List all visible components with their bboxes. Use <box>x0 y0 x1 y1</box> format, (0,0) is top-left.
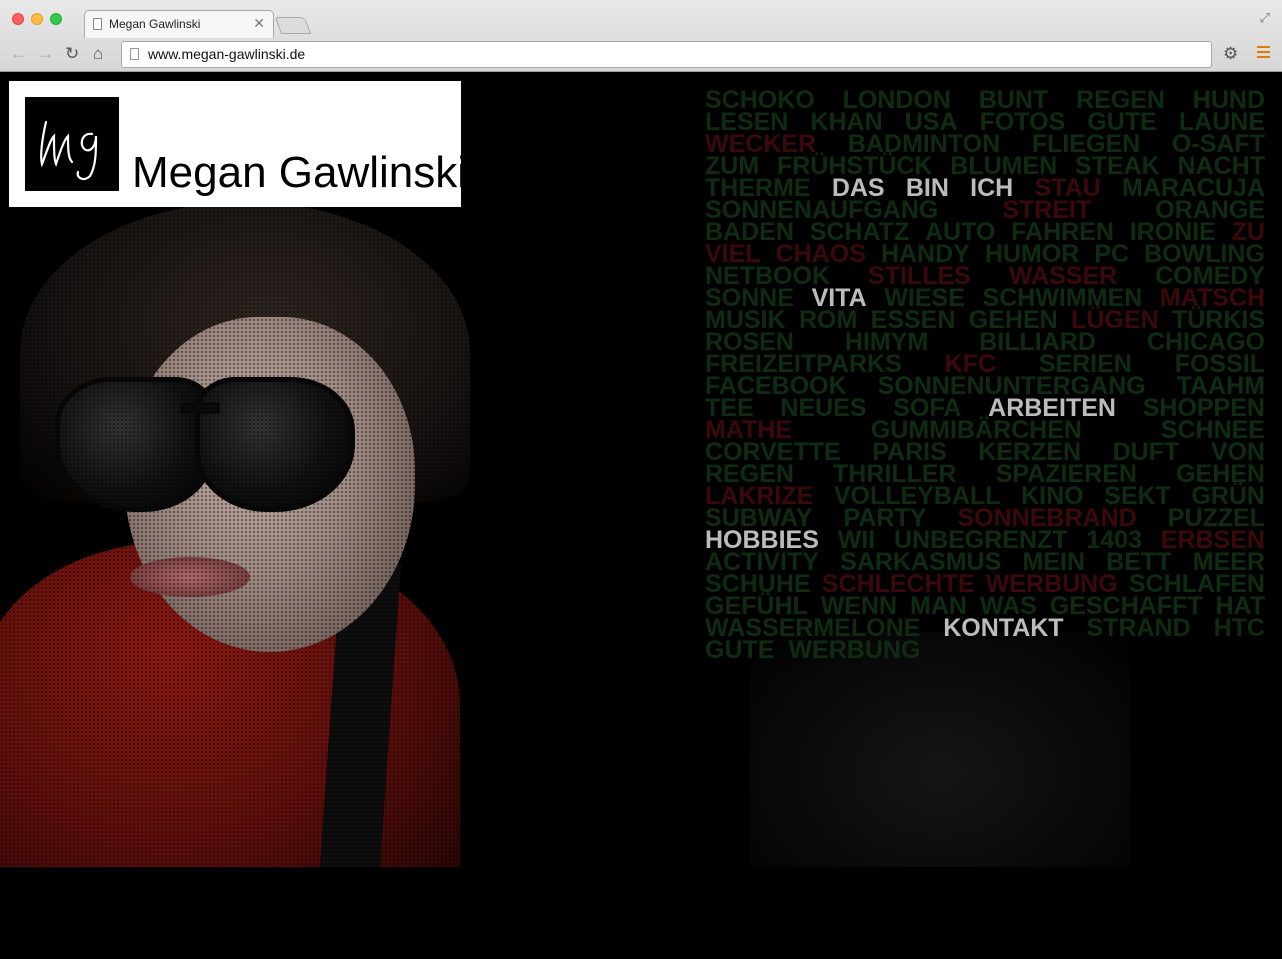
address-url[interactable]: www.megan-gawlinski.de <box>148 46 305 62</box>
close-window-button[interactable] <box>12 13 24 25</box>
tab-title: Megan Gawlinski <box>109 17 201 31</box>
address-bar[interactable]: www.megan-gawlinski.de <box>121 41 1212 68</box>
window-controls <box>12 13 62 25</box>
logo-name: Megan Gawlinski <box>132 148 468 197</box>
browser-tab[interactable]: Megan Gawlinski ✕ <box>84 10 274 38</box>
page-viewport: Megan Gawlinski SCHOKO LONDON BUNT REGEN HUN… <box>0 72 1282 959</box>
nav-link[interactable]: KONTAKT <box>943 616 1063 641</box>
portrait-photo <box>0 202 470 867</box>
cloud-word: WERBUNG <box>788 636 921 664</box>
page-icon <box>130 48 139 60</box>
monogram-logo <box>25 97 119 191</box>
background-shade <box>750 632 1130 867</box>
fullscreen-icon[interactable]: ⤢ <box>1260 10 1270 26</box>
reload-icon[interactable]: ↻ <box>65 44 79 64</box>
cloud-word: STRAND <box>1086 614 1191 642</box>
new-tab-button[interactable] <box>274 17 312 34</box>
browser-chrome: Megan Gawlinski ✕ ⤢ ← → ↻ ⌂ www.megan-ga… <box>0 0 1282 72</box>
cloud-word: HTC <box>1213 614 1265 642</box>
zoom-window-button[interactable] <box>50 13 62 25</box>
site-logo[interactable]: Megan Gawlinski <box>9 81 467 207</box>
cloud-word: NEUES <box>780 394 867 422</box>
back-icon[interactable]: ← <box>10 44 27 64</box>
settings-gear-icon[interactable]: ⚙ <box>1223 44 1238 64</box>
cloud-word: GUTE <box>705 636 775 664</box>
page-icon <box>93 18 102 30</box>
menu-icon[interactable] <box>1257 46 1270 58</box>
home-icon[interactable]: ⌂ <box>93 44 103 64</box>
forward-icon[interactable]: → <box>37 44 54 64</box>
word-cloud: SCHOKO LONDON BUNT REGEN HUND LESEN KHAN USA FOT… <box>705 88 1265 664</box>
minimize-window-button[interactable] <box>31 13 43 25</box>
close-tab-icon[interactable]: ✕ <box>253 15 265 32</box>
word-cloud-line: GUTE WERBUNG <box>705 636 1265 664</box>
